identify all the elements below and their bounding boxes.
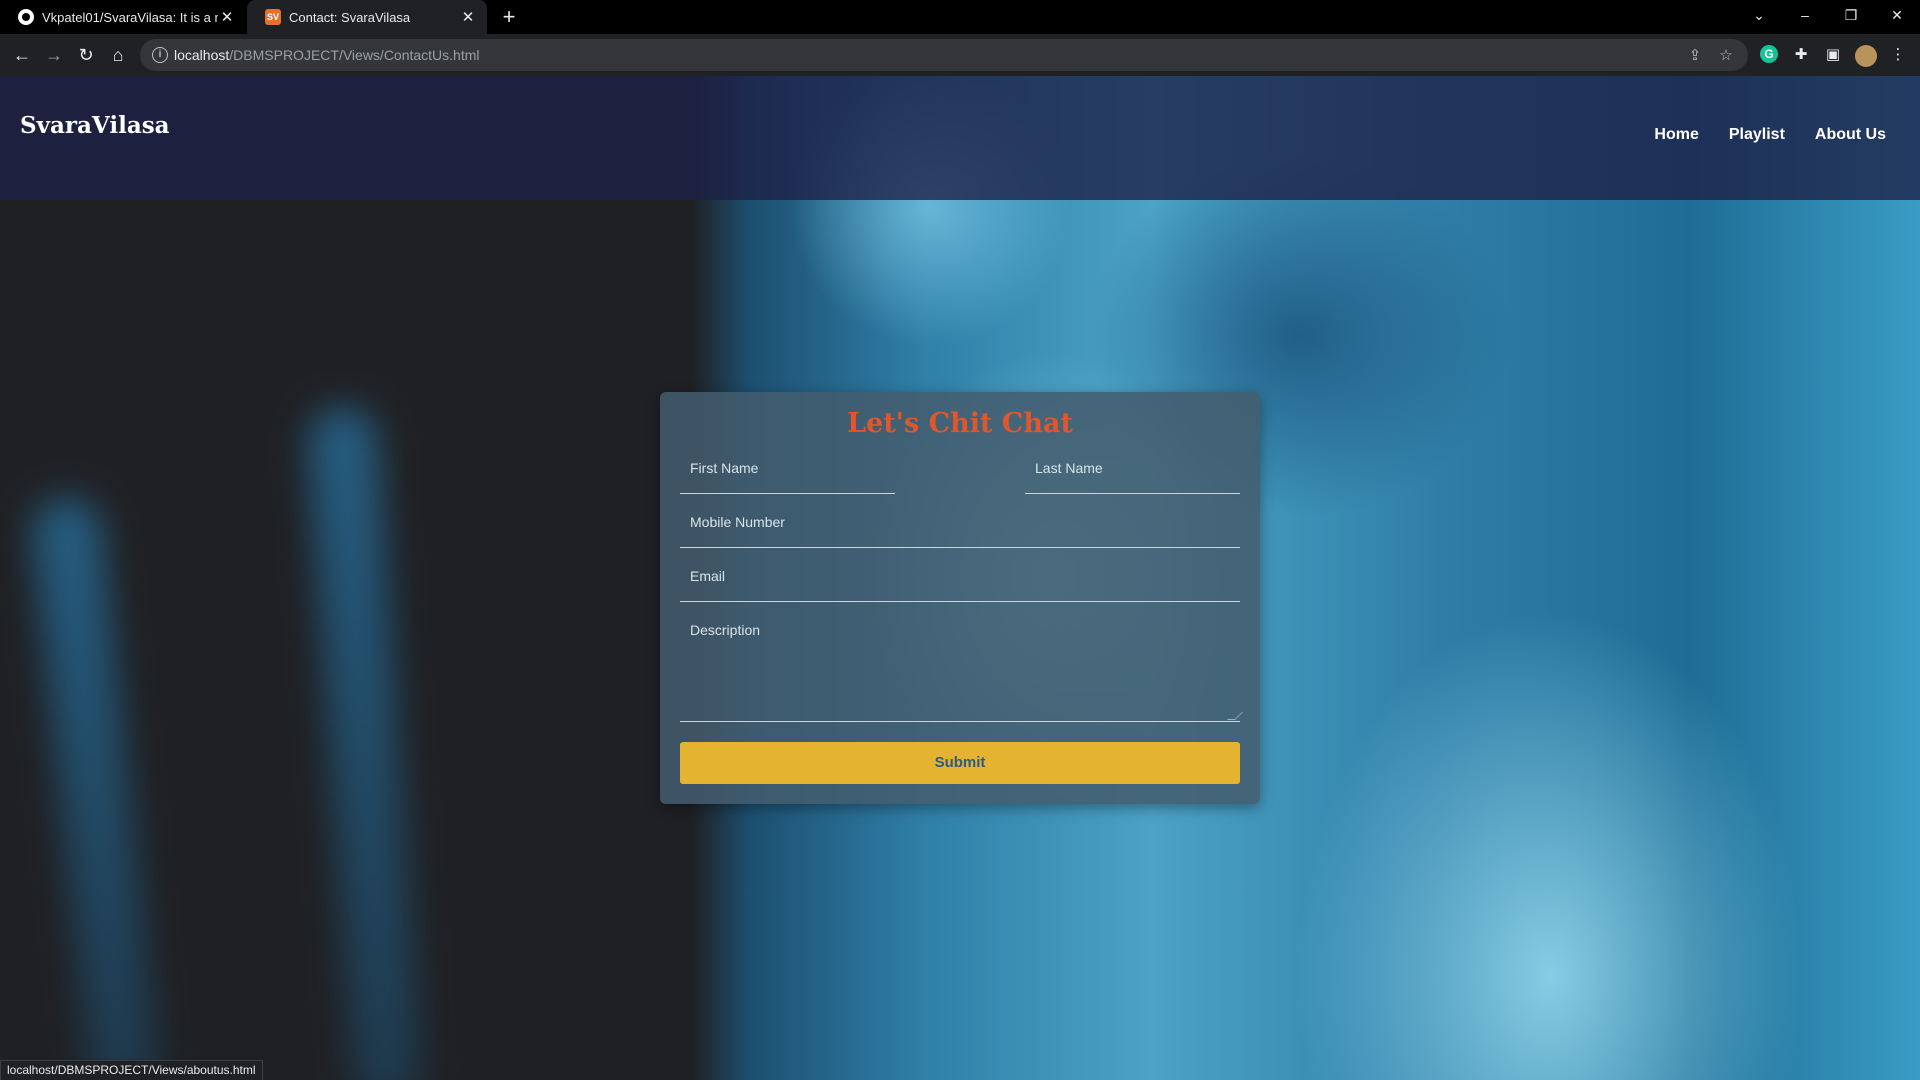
forward-icon[interactable]: → bbox=[40, 41, 68, 69]
background-light-streak bbox=[305, 404, 425, 1080]
close-tab-icon[interactable]: ✕ bbox=[218, 8, 236, 26]
form-title: Let's Chit Chat bbox=[847, 408, 1073, 439]
extensions-puzzle-icon[interactable]: ✚ bbox=[1791, 45, 1811, 65]
first-name-placeholder: First Name bbox=[690, 460, 759, 476]
address-bar[interactable]: i localhost/DBMSPROJECT/Views/ContactUs.… bbox=[140, 39, 1748, 71]
tab-contact[interactable]: SV Contact: SvaraVilasa ✕ bbox=[247, 0, 487, 34]
minimize-button[interactable]: – bbox=[1782, 0, 1828, 30]
main-nav: Home Playlist About Us bbox=[1654, 126, 1886, 144]
browser-toolbar: ← → ↻ ⌂ i localhost/DBMSPROJECT/Views/Co… bbox=[0, 34, 1920, 76]
last-name-placeholder: Last Name bbox=[1035, 460, 1103, 476]
mobile-number-field[interactable]: Mobile Number bbox=[680, 502, 1240, 548]
background-light-streak bbox=[28, 493, 162, 1080]
resize-handle-icon[interactable] bbox=[1227, 712, 1243, 720]
contact-form: Let's Chit Chat First Name Last Name Mob… bbox=[660, 392, 1260, 804]
tab-title: Vkpatel01/SvaraVilasa: It is a mu bbox=[42, 9, 218, 25]
mobile-number-placeholder: Mobile Number bbox=[690, 514, 785, 530]
tab-github[interactable]: Vkpatel01/SvaraVilasa: It is a mu ✕ bbox=[0, 0, 246, 34]
close-window-button[interactable]: ✕ bbox=[1874, 0, 1920, 30]
description-placeholder: Description bbox=[690, 622, 761, 638]
nav-about-us[interactable]: About Us bbox=[1815, 126, 1886, 144]
browser-tab-strip: Vkpatel01/SvaraVilasa: It is a mu ✕ SV C… bbox=[0, 0, 1920, 34]
email-field[interactable]: Email bbox=[680, 556, 1240, 602]
back-icon[interactable]: ← bbox=[8, 41, 36, 69]
home-icon[interactable]: ⌂ bbox=[104, 41, 132, 69]
description-textarea[interactable]: Description bbox=[680, 610, 1243, 722]
link-status-bar: localhost/DBMSPROJECT/Views/aboutus.html bbox=[0, 1060, 263, 1080]
nav-home[interactable]: Home bbox=[1654, 126, 1698, 144]
profile-avatar[interactable] bbox=[1855, 45, 1877, 67]
side-panel-icon[interactable]: ▣ bbox=[1823, 45, 1843, 65]
submit-button[interactable]: Submit bbox=[680, 742, 1240, 784]
restore-button[interactable]: ❐ bbox=[1828, 0, 1874, 30]
address-url[interactable]: localhost/DBMSPROJECT/Views/ContactUs.ht… bbox=[174, 47, 480, 63]
bookmark-star-icon[interactable]: ☆ bbox=[1716, 46, 1736, 66]
page-viewport: SvaraVilasa Home Playlist About Us Let's… bbox=[0, 76, 1920, 1080]
share-icon[interactable]: ⇪ bbox=[1685, 46, 1705, 66]
last-name-field[interactable]: Last Name bbox=[1025, 448, 1240, 494]
nav-playlist[interactable]: Playlist bbox=[1729, 126, 1785, 144]
first-name-field[interactable]: First Name bbox=[680, 448, 895, 494]
email-placeholder: Email bbox=[690, 568, 726, 584]
site-logo[interactable]: SvaraVilasa bbox=[20, 112, 170, 139]
menu-kebab-icon[interactable]: ⋮ bbox=[1888, 45, 1908, 65]
site-header: SvaraVilasa Home Playlist About Us bbox=[0, 76, 1920, 200]
site-icon: SV bbox=[265, 9, 281, 25]
github-icon bbox=[18, 9, 34, 25]
close-tab-icon[interactable]: ✕ bbox=[459, 8, 477, 26]
grammarly-extension-icon[interactable]: G bbox=[1760, 45, 1778, 63]
tab-search-icon[interactable]: ⌄ bbox=[1736, 0, 1782, 30]
reload-icon[interactable]: ↻ bbox=[72, 41, 100, 69]
tab-title: Contact: SvaraVilasa bbox=[289, 9, 411, 25]
new-tab-button[interactable]: + bbox=[496, 4, 522, 30]
site-info-icon[interactable]: i bbox=[152, 47, 168, 63]
